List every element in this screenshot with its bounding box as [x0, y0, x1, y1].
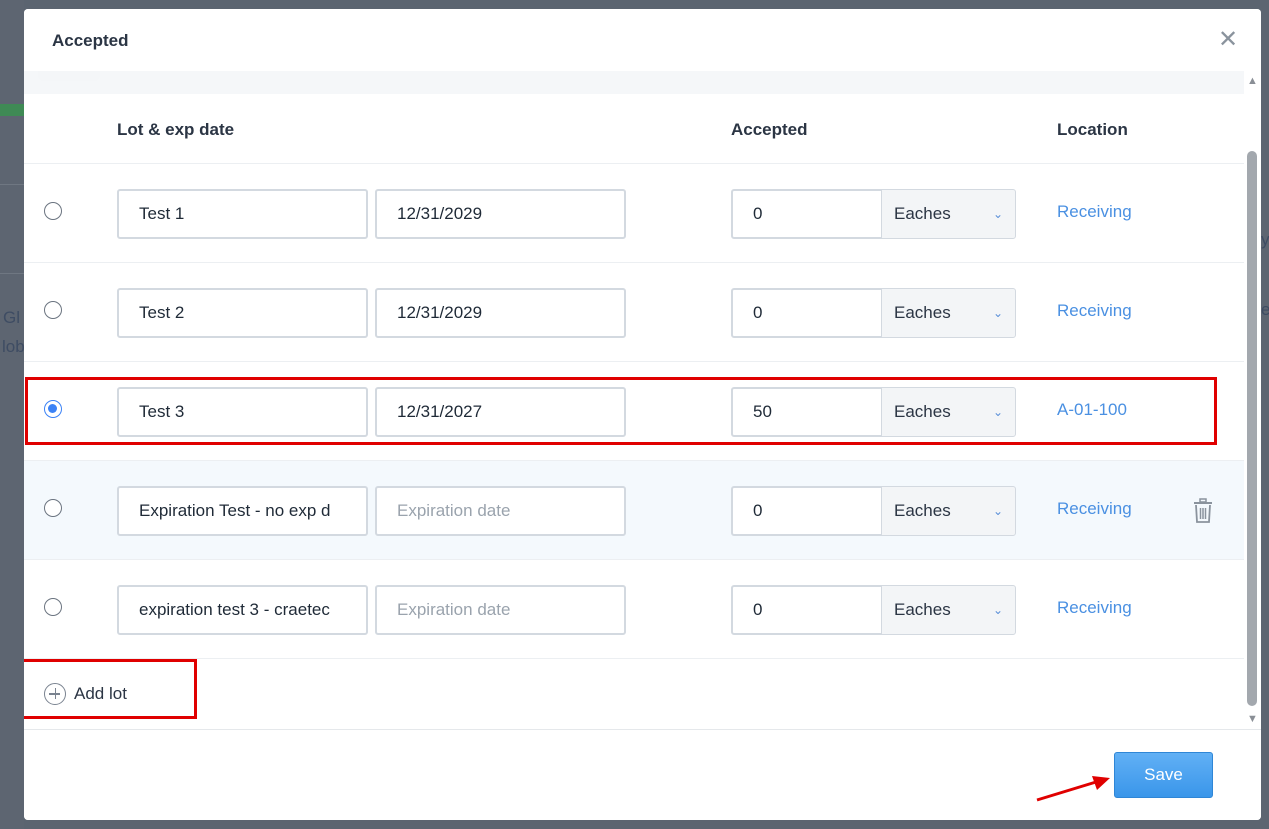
table-row: Test 3 12/31/2027 50 Eaches ⌄ A-01-100	[24, 362, 1244, 461]
header-tab-stub	[38, 71, 100, 81]
modal-footer: Save	[24, 729, 1261, 820]
unit-select[interactable]: Eaches ⌄	[881, 486, 1016, 536]
chevron-down-icon: ⌄	[992, 306, 1003, 320]
unit-select[interactable]: Eaches ⌄	[881, 585, 1016, 635]
add-lot-button[interactable]: Add lot	[44, 683, 127, 705]
location-link[interactable]: Receiving	[1057, 598, 1132, 618]
chevron-down-icon: ⌄	[992, 207, 1003, 221]
background-text: y	[1261, 230, 1269, 249]
accepted-quantity-input[interactable]: 0	[731, 486, 883, 536]
accepted-modal: Accepted ✕ Lot & exp date Accepted Locat…	[24, 9, 1261, 820]
expiration-date-input[interactable]: Expiration date	[375, 585, 626, 635]
expiration-date-input[interactable]: 12/31/2027	[375, 387, 626, 437]
chevron-down-icon: ⌄	[992, 405, 1003, 419]
background-progress-bar	[0, 104, 24, 116]
background-divider	[0, 273, 24, 274]
background-text: Gl	[3, 308, 20, 327]
lot-input[interactable]: Test 2	[117, 288, 368, 338]
location-link[interactable]: A-01-100	[1057, 400, 1127, 420]
add-lot-label: Add lot	[74, 684, 127, 703]
lot-input[interactable]: expiration test 3 - craetec	[117, 585, 368, 635]
modal-body: Lot & exp date Accepted Location Test 11…	[24, 71, 1244, 729]
lot-input[interactable]: Expiration Test - no exp d	[117, 486, 368, 536]
annotation-arrow-icon	[1036, 776, 1110, 802]
background-page-right	[1260, 0, 1269, 829]
scroll-down-arrow-icon[interactable]: ▼	[1247, 713, 1258, 725]
accepted-quantity-input[interactable]: 0	[731, 585, 883, 635]
background-text: lob	[2, 337, 25, 356]
expiration-date-input[interactable]: 12/31/2029	[375, 288, 626, 338]
accepted-quantity-input[interactable]: 0	[731, 189, 883, 239]
chevron-down-icon: ⌄	[992, 603, 1003, 617]
table-row: Expiration Test - no exp d Expiration dat…	[24, 461, 1244, 560]
row-radio[interactable]	[44, 598, 62, 616]
unit-select-value: Eaches	[894, 204, 951, 223]
expiration-date-input[interactable]: 12/31/2029	[375, 189, 626, 239]
unit-select[interactable]: Eaches ⌄	[881, 288, 1016, 338]
column-header-accepted: Accepted	[731, 120, 808, 139]
table-row: Test 2 12/31/2029 0 Eaches ⌄ Receiving	[24, 263, 1244, 362]
modal-header: Accepted ✕	[24, 9, 1261, 71]
background-text: e	[1261, 300, 1269, 319]
background-page	[0, 0, 24, 829]
row-radio[interactable]	[44, 499, 62, 517]
unit-select[interactable]: Eaches ⌄	[881, 387, 1016, 437]
scrollbar[interactable]: ▲ ▼	[1244, 71, 1261, 729]
location-link[interactable]: Receiving	[1057, 301, 1132, 321]
lot-input[interactable]: Test 3	[117, 387, 368, 437]
row-radio[interactable]	[44, 301, 62, 319]
table-row: expiration test 3 - craetec Expiration da…	[24, 560, 1244, 659]
unit-select-value: Eaches	[894, 303, 951, 322]
unit-select-value: Eaches	[894, 402, 951, 421]
accepted-quantity-input[interactable]: 50	[731, 387, 883, 437]
table-header: Lot & exp date Accepted Location	[24, 94, 1244, 164]
column-header-location: Location	[1057, 120, 1128, 139]
background-divider	[0, 184, 24, 185]
close-icon[interactable]: ✕	[1217, 28, 1239, 52]
accepted-quantity-input[interactable]: 0	[731, 288, 883, 338]
plus-circle-icon	[44, 683, 66, 705]
save-button[interactable]: Save	[1114, 752, 1213, 798]
trash-icon[interactable]	[1192, 498, 1214, 524]
chevron-down-icon: ⌄	[992, 504, 1003, 518]
scroll-up-arrow-icon[interactable]: ▲	[1247, 75, 1258, 87]
row-radio[interactable]	[44, 400, 62, 418]
table-row: Test 1 12/31/2029 0 Eaches ⌄ Receiving	[24, 164, 1244, 263]
modal-title: Accepted	[52, 31, 129, 50]
column-header-lot: Lot & exp date	[117, 120, 235, 139]
unit-select[interactable]: Eaches ⌄	[881, 189, 1016, 239]
lot-input[interactable]: Test 1	[117, 189, 368, 239]
location-link[interactable]: Receiving	[1057, 202, 1132, 222]
unit-select-value: Eaches	[894, 600, 951, 619]
add-lot-row: Add lot	[24, 659, 1244, 729]
row-radio[interactable]	[44, 202, 62, 220]
scrollbar-thumb[interactable]	[1247, 151, 1257, 706]
location-link[interactable]: Receiving	[1057, 499, 1132, 519]
unit-select-value: Eaches	[894, 501, 951, 520]
expiration-date-input[interactable]: Expiration date	[375, 486, 626, 536]
